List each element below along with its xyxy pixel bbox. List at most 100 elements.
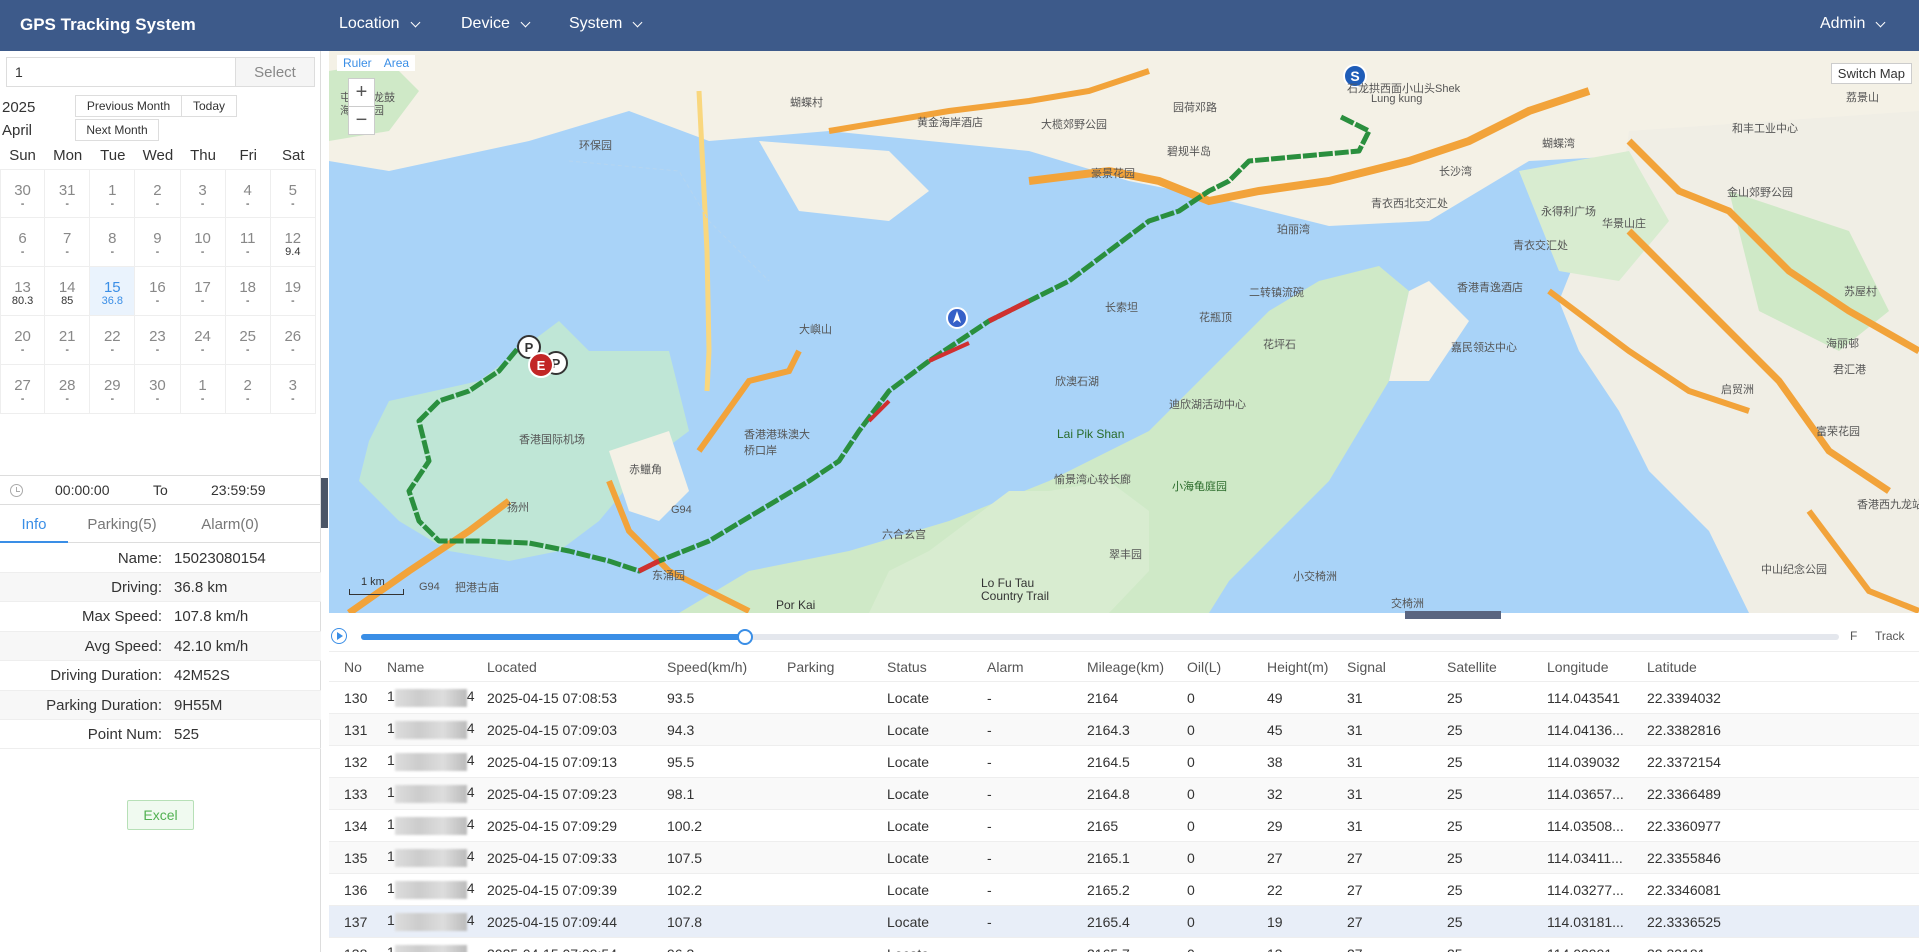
calendar-day[interactable]: 1- xyxy=(180,365,226,414)
column-header[interactable]: Alarm xyxy=(987,659,1024,675)
cell-status: Locate xyxy=(887,753,930,770)
calendar-day[interactable]: 18- xyxy=(225,267,271,316)
calendar-day[interactable]: 30- xyxy=(0,169,46,218)
today-button[interactable]: Today xyxy=(181,95,237,117)
menu-system[interactable]: System xyxy=(569,15,643,33)
calendar-day[interactable]: 22- xyxy=(90,316,136,365)
tab-parking[interactable]: Parking(5) xyxy=(68,506,176,543)
table-row[interactable]: 138 1 2025-04-15 07:09:54 96.3 Locate - 2165.7… xyxy=(329,938,1919,952)
calendar-day[interactable]: 30- xyxy=(135,365,181,414)
calendar-day[interactable]: 21- xyxy=(45,316,91,365)
calendar-day[interactable]: 9- xyxy=(135,218,181,267)
redacted-block xyxy=(394,880,467,899)
calendar-day[interactable]: 24- xyxy=(180,316,226,365)
calendar-day[interactable]: 28- xyxy=(45,365,91,414)
next-month-button[interactable]: Next Month xyxy=(75,119,159,141)
tab-alarm[interactable]: Alarm(0) xyxy=(176,506,284,543)
panel-collapse-handle[interactable] xyxy=(321,478,328,528)
ruler-tool[interactable]: Ruler xyxy=(343,56,372,70)
end-time[interactable]: 23:59:59 xyxy=(211,482,266,498)
calendar-day[interactable]: 4- xyxy=(225,169,271,218)
calendar-day[interactable]: 16- xyxy=(135,267,181,316)
calendar-day[interactable]: 27- xyxy=(0,365,46,414)
cell-height: 38 xyxy=(1267,753,1283,770)
calendar-day[interactable]: 1- xyxy=(90,169,136,218)
day-number: 30 xyxy=(14,182,31,199)
column-header[interactable]: Speed(km/h) xyxy=(667,659,747,675)
info-label: Parking Duration: xyxy=(46,696,162,714)
calendar-day[interactable]: 10- xyxy=(180,218,226,267)
calendar-day[interactable]: 25- xyxy=(225,316,271,365)
day-mileage: - xyxy=(200,198,205,210)
cell-mileage: 2164.5 xyxy=(1087,753,1130,770)
column-header[interactable]: No xyxy=(344,659,362,675)
excel-button[interactable]: Excel xyxy=(127,800,194,830)
column-header[interactable]: Satellite xyxy=(1447,659,1497,675)
calendar-day[interactable]: 2- xyxy=(135,169,181,218)
table-row[interactable]: 131 1 4 2025-04-15 07:09:03 94.3 Locate -2164.… xyxy=(329,714,1919,746)
track-label[interactable]: Track xyxy=(1875,629,1905,643)
map-label: 环保园 xyxy=(579,140,612,152)
column-header[interactable]: Height(m) xyxy=(1267,659,1328,675)
calendar-day[interactable]: 3- xyxy=(180,169,226,218)
calendar-day[interactable]: 2- xyxy=(225,365,271,414)
calendar-day[interactable]: 7- xyxy=(45,218,91,267)
calendar-day[interactable]: 15 36.8 xyxy=(90,267,136,316)
menu-location[interactable]: Location xyxy=(339,15,420,33)
table-row[interactable]: 136 1 4 2025-04-15 07:09:39 102.2 Locate -2165… xyxy=(329,874,1919,906)
select-button[interactable]: Select xyxy=(236,57,315,87)
table-row[interactable]: 132 1 4 2025-04-15 07:09:13 95.5 Locate -2164.… xyxy=(329,746,1919,778)
calendar-day[interactable]: 29- xyxy=(90,365,136,414)
previous-month-button[interactable]: Previous Month xyxy=(75,95,182,117)
calendar-day[interactable]: 14 85 xyxy=(45,267,91,316)
calendar-day[interactable]: 12 9.4 xyxy=(270,218,316,267)
device-input[interactable] xyxy=(6,57,236,87)
calendar-day[interactable]: 26- xyxy=(270,316,316,365)
zoom-out-button[interactable]: − xyxy=(349,107,374,135)
tab-info[interactable]: Info xyxy=(0,506,68,543)
info-value: 15023080154 xyxy=(174,549,266,567)
map-resize-handle[interactable] xyxy=(1405,611,1501,619)
column-header[interactable]: Signal xyxy=(1347,659,1386,675)
user-menu[interactable]: Admin xyxy=(1820,15,1886,33)
column-header[interactable]: Located xyxy=(487,659,537,675)
calendar-day[interactable]: 31- xyxy=(45,169,91,218)
column-header[interactable]: Status xyxy=(887,659,927,675)
table-row[interactable]: 133 1 4 2025-04-15 07:09:23 98.1 Locate -2164.… xyxy=(329,778,1919,810)
map-label: 蝴蝶村 xyxy=(790,97,823,109)
calendar-day[interactable]: 19- xyxy=(270,267,316,316)
play-icon[interactable] xyxy=(331,628,347,644)
cell-alarm: - xyxy=(987,849,992,866)
column-header[interactable]: Parking xyxy=(787,659,834,675)
column-header[interactable]: Name xyxy=(387,659,424,675)
calendar-day[interactable]: 11- xyxy=(225,218,271,267)
calendar-day[interactable]: 17- xyxy=(180,267,226,316)
menu-device[interactable]: Device xyxy=(461,15,531,33)
column-header[interactable]: Longitude xyxy=(1547,659,1609,675)
column-header[interactable]: Latitude xyxy=(1647,659,1697,675)
playback-thumb[interactable] xyxy=(737,629,754,645)
table-row[interactable]: 134 1 4 2025-04-15 07:09:29 100.2 Locate -2165… xyxy=(329,810,1919,842)
table-row[interactable]: 130 1 4 2025-04-15 07:08:53 93.5 Locate -2164 0… xyxy=(329,682,1919,714)
calendar-day[interactable]: 23- xyxy=(135,316,181,365)
start-time[interactable]: 00:00:00 xyxy=(55,482,110,498)
switch-map-button[interactable]: Switch Map xyxy=(1830,63,1912,84)
table-row[interactable]: 137 1 4 2025-04-15 07:09:44 107.8 Locate -2165… xyxy=(329,906,1919,938)
calendar-day[interactable]: 5- xyxy=(270,169,316,218)
day-mileage: - xyxy=(110,344,115,356)
speed-label[interactable]: F xyxy=(1850,629,1857,643)
calendar-day[interactable]: 13 80.3 xyxy=(0,267,46,316)
calendar-day[interactable]: 20- xyxy=(0,316,46,365)
column-header[interactable]: Mileage(km) xyxy=(1087,659,1164,675)
zoom-in-button[interactable]: + xyxy=(349,79,374,107)
column-header[interactable]: Oil(L) xyxy=(1187,659,1221,675)
table-row[interactable]: 135 1 4 2025-04-15 07:09:33 107.5 Locate -2165… xyxy=(329,842,1919,874)
calendar-day[interactable]: 3- xyxy=(270,365,316,414)
calendar-day[interactable]: 8- xyxy=(90,218,136,267)
map-label: 金山郊野公园 xyxy=(1727,187,1793,199)
day-number: 2 xyxy=(153,182,162,199)
map-view[interactable]: S P P E 香港国际机场 赤鱲角 大嶼山 香港港珠澳大桥口岸 欣澳石湖 La… xyxy=(329,51,1919,613)
playback-slider[interactable] xyxy=(361,629,1839,645)
calendar-day[interactable]: 6- xyxy=(0,218,46,267)
area-tool[interactable]: Area xyxy=(384,56,409,70)
